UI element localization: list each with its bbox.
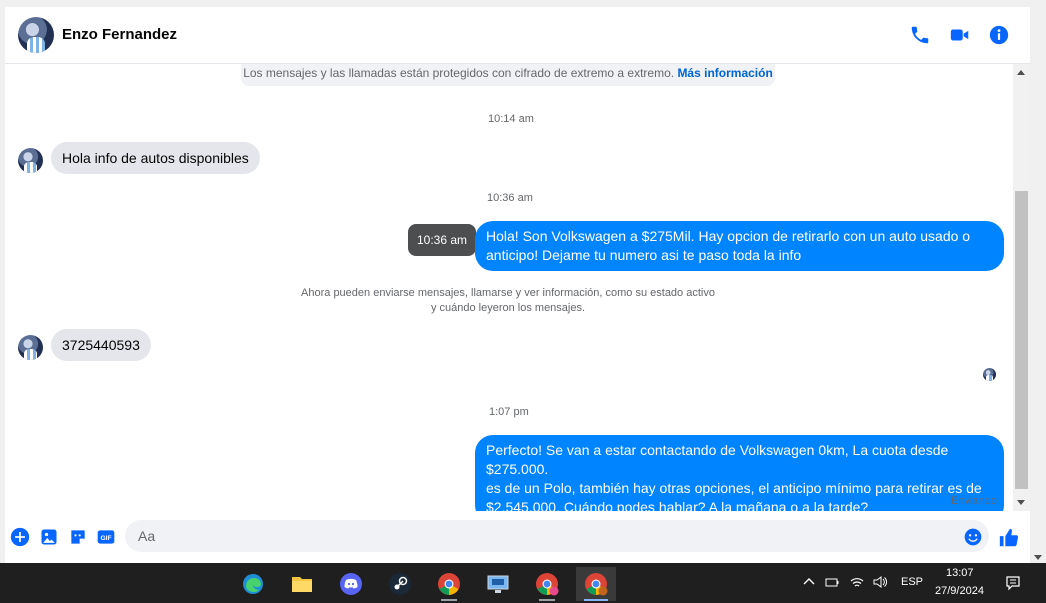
battery-icon[interactable] [825, 575, 839, 589]
chrome-profile-c-icon[interactable] [527, 567, 567, 601]
remote-desktop-icon[interactable] [478, 567, 518, 601]
edge-icon[interactable] [233, 567, 273, 601]
incoming-message[interactable]: 3725440593 [51, 329, 151, 361]
running-indicator [441, 599, 457, 601]
discord-icon[interactable] [331, 567, 371, 601]
steam-icon[interactable] [380, 567, 420, 601]
notifications-icon[interactable] [1005, 575, 1021, 591]
chrome-active-icon[interactable] [576, 567, 616, 601]
seen-indicator-avatar [983, 368, 996, 381]
wifi-icon[interactable] [850, 575, 864, 589]
info-icon[interactable] [988, 24, 1010, 46]
message-input[interactable] [125, 520, 989, 552]
language-indicator[interactable]: ESP [901, 576, 923, 588]
timestamp: 10:36 am [487, 192, 533, 204]
message-line: Perfecto! Se van a estar contactando de … [486, 442, 949, 477]
encryption-notice: Los mensajes y las llamadas están proteg… [241, 64, 775, 86]
phone-icon[interactable] [909, 24, 931, 46]
page-scrollbar[interactable] [1030, 7, 1046, 563]
chat-header: Enzo Fernandez [5, 7, 1030, 64]
file-explorer-icon[interactable] [282, 567, 322, 601]
scroll-up-arrow[interactable] [1017, 70, 1025, 75]
system-notice-line: Ahora pueden enviarse mensajes, llamarse… [301, 287, 715, 299]
chrome-profile-icon[interactable] [429, 567, 469, 601]
outgoing-message[interactable]: Perfecto! Se van a estar contactando de … [475, 435, 1004, 511]
svg-text:GIF: GIF [100, 535, 111, 542]
sticker-icon[interactable] [68, 527, 88, 547]
sending-status: Enviando [951, 495, 997, 507]
contact-name[interactable]: Enzo Fernandez [62, 26, 177, 43]
chat-panel: Enzo Fernandez Los mensajes y las llamad… [5, 7, 1030, 563]
composer-bar: GIF [5, 516, 1030, 558]
gallery-icon[interactable] [39, 527, 59, 547]
system-notice-line: y cuándo leyeron los mensajes. [430, 302, 586, 314]
volume-icon[interactable] [873, 575, 887, 589]
system-notice: Ahora pueden enviarse mensajes, llamarse… [285, 286, 731, 316]
message-line: anticipo! Dejame tu numero asi te paso t… [486, 247, 802, 263]
timestamp: 1:07 pm [489, 406, 529, 418]
scroll-thumb[interactable] [1015, 191, 1028, 489]
like-icon[interactable] [998, 527, 1020, 549]
plus-circle-icon[interactable] [10, 527, 30, 547]
message-line: $2.545.000. Cuándo podes hablar? A la ma… [486, 499, 869, 511]
contact-avatar-small [18, 148, 43, 173]
time-tooltip: 10:36 am [408, 224, 476, 256]
message-list: Los mensajes y las llamadas están proteg… [5, 64, 1013, 511]
emoji-icon[interactable] [963, 527, 983, 547]
clock-time[interactable]: 13:07 [946, 567, 974, 579]
clock-date[interactable]: 27/9/2024 [935, 585, 984, 597]
message-scrollbar[interactable] [1013, 64, 1030, 511]
timestamp: 10:14 am [488, 113, 534, 125]
windows-taskbar: ESP 13:07 27/9/2024 [0, 563, 1046, 603]
message-line: es de un Polo, también hay otras opcione… [486, 480, 982, 496]
more-info-link[interactable]: Más información [677, 66, 772, 80]
contact-avatar[interactable] [18, 17, 54, 53]
video-call-icon[interactable] [949, 24, 971, 46]
incoming-message[interactable]: Hola info de autos disponibles [51, 142, 260, 174]
scroll-down-arrow[interactable] [1017, 500, 1025, 505]
running-indicator [539, 599, 555, 601]
outgoing-message[interactable]: Hola! Son Volkswagen a $275Mil. Hay opci… [475, 221, 1004, 271]
gif-icon[interactable]: GIF [96, 527, 116, 547]
running-indicator [584, 599, 608, 601]
contact-avatar-small [18, 335, 43, 360]
chevron-up-icon[interactable] [802, 575, 816, 589]
messenger-window: Enzo Fernandez Los mensajes y las llamad… [0, 0, 1046, 563]
encryption-text: Los mensajes y las llamadas están proteg… [243, 66, 675, 80]
message-line: Hola! Son Volkswagen a $275Mil. Hay opci… [486, 228, 971, 244]
